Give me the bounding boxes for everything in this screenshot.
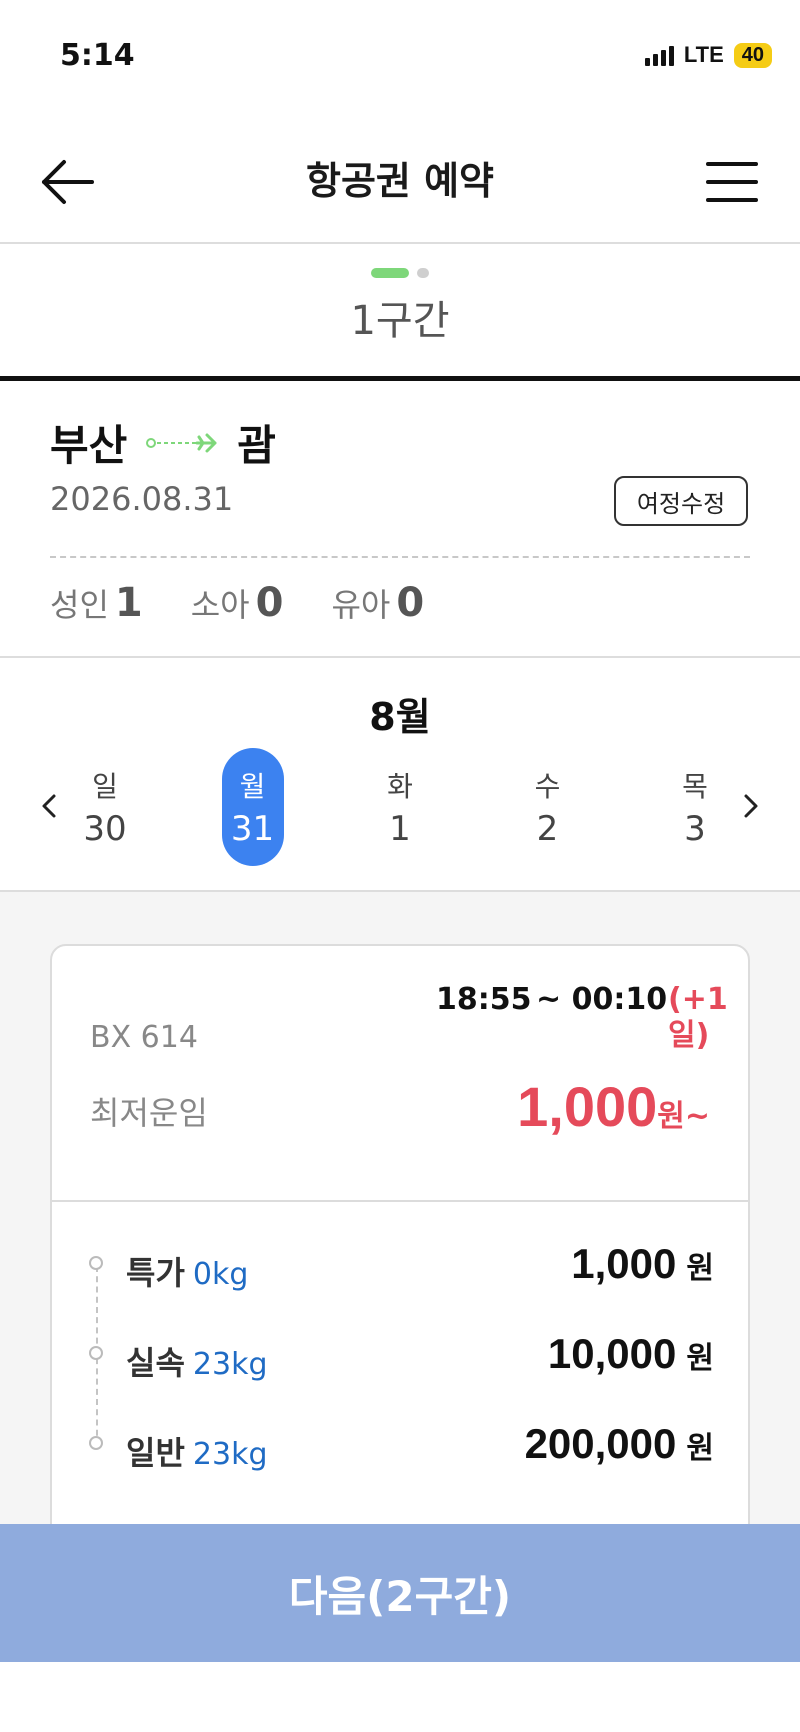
calendar-day[interactable]: 화 1 [369,748,431,866]
day-number: 1 [389,809,411,849]
segment-dot [417,268,429,278]
passenger-count: 0 [396,580,425,626]
page-title: 항공권 예약 [305,159,495,203]
status-time: 5:14 [60,38,135,73]
arrival-time: ~ 00:10 [536,982,668,1017]
passenger-summary: 성인 1 소아 0 유아 0 [50,580,424,626]
calendar-prev-button[interactable] [30,786,70,826]
edit-itinerary-button[interactable]: 여정수정 [614,476,748,526]
fare-baggage: 0kg [192,1257,249,1292]
fare-option[interactable]: 실속 23kg 10,000 원 [52,1326,748,1386]
fare-price: 1,000 원 [571,1240,714,1288]
passenger-label: 소아 [190,586,250,624]
trip-date: 2026.08.31 [50,480,234,518]
passenger-label: 성인 [50,586,109,624]
passenger-child: 소아 0 [191,580,284,626]
fare-name-row: 일반 23kg [126,1428,267,1474]
day-offset: (+1일) [668,982,728,1053]
fare-name: 특가 [126,1254,185,1292]
segment-indicator: 1구간 [0,244,800,378]
fare-name: 일반 [126,1434,185,1472]
lowest-fare-unit: 원~ [657,1099,710,1134]
fare-amount: 10,000 [547,1330,677,1377]
fare-name: 실속 [126,1344,185,1382]
passenger-count: 0 [255,580,284,626]
passenger-adult: 성인 1 [50,580,143,626]
lowest-fare-label: 최저운임 [90,1094,208,1132]
fare-name-row: 특가 0kg [126,1248,248,1294]
day-number: 3 [684,809,706,849]
battery-indicator: 40 [733,42,772,68]
next-segment-button[interactable]: 다음(2구간) [0,1524,800,1662]
passenger-count: 1 [114,580,143,626]
fare-baggage: 23kg [192,1347,268,1382]
fare-unit: 원 [686,1251,714,1286]
section-divider [0,656,800,658]
fare-price: 200,000 원 [525,1420,714,1468]
app-header: 항공권 예약 [0,120,800,240]
hamburger-menu-icon [706,162,758,202]
fare-name-row: 실속 23kg [126,1338,267,1384]
fare-dot [89,1346,103,1360]
status-bar: 5:14 LTE 40 [0,0,800,100]
menu-button[interactable] [702,152,762,212]
fare-option[interactable]: 일반 23kg 200,000 원 [52,1416,748,1476]
passenger-label: 유아 [331,586,391,624]
flight-card[interactable]: BX 614 18:55 ~ 00:10 (+1일) 최저운임 1,000 원~… [50,944,750,1544]
fare-amount: 200,000 [524,1420,677,1467]
network-type: LTE [683,42,724,67]
day-of-week: 화 [387,770,413,803]
day-of-week: 수 [534,770,561,803]
origin-city: 부산 [50,421,128,470]
calendar-day-selected[interactable]: 월 31 [221,748,284,866]
calendar-day[interactable]: 목 3 [664,748,726,866]
day-of-week: 일 [92,770,118,803]
day-number: 2 [536,809,559,849]
calendar-next-button[interactable] [730,786,770,826]
fare-dot [89,1436,103,1450]
flight-number: BX 614 [90,1020,198,1055]
chevron-left-icon [42,794,56,818]
passenger-infant: 유아 0 [331,580,424,626]
segment-divider [0,376,800,381]
lowest-fare-price: 1,000 원~ [517,1074,710,1139]
departure-time: 18:55 [436,982,532,1017]
plane-route-icon [146,433,217,452]
lowest-fare-amount: 1,000 [517,1075,658,1138]
segment-dot-active [371,268,409,278]
fare-amount: 1,000 [571,1240,677,1287]
dashed-divider [50,556,750,558]
destination-city: 괌 [237,421,276,470]
segment-label: 1구간 [350,298,450,344]
card-divider [52,1200,748,1202]
fare-baggage: 23kg [192,1437,268,1472]
fare-unit: 원 [686,1341,714,1376]
day-of-week: 월 [239,770,266,803]
chevron-right-icon [744,794,758,818]
fare-unit: 원 [686,1431,714,1466]
calendar-day[interactable]: 일 30 [74,748,136,866]
calendar-day[interactable]: 수 2 [517,748,579,866]
day-number: 30 [83,809,127,849]
day-of-week: 목 [682,770,708,803]
segment-dots [0,268,800,278]
fare-option[interactable]: 특가 0kg 1,000 원 [52,1236,748,1296]
day-number: 31 [230,809,275,849]
fare-dot [89,1256,103,1270]
calendar-month: 8월 [369,695,431,739]
signal-icon [644,44,674,66]
status-indicators: LTE 40 [644,42,772,68]
route-summary: 부산 괌 [50,412,276,473]
calendar-days: 일 30 월 31 화 1 수 2 목 3 [74,748,726,866]
fare-price: 10,000 원 [548,1330,714,1378]
